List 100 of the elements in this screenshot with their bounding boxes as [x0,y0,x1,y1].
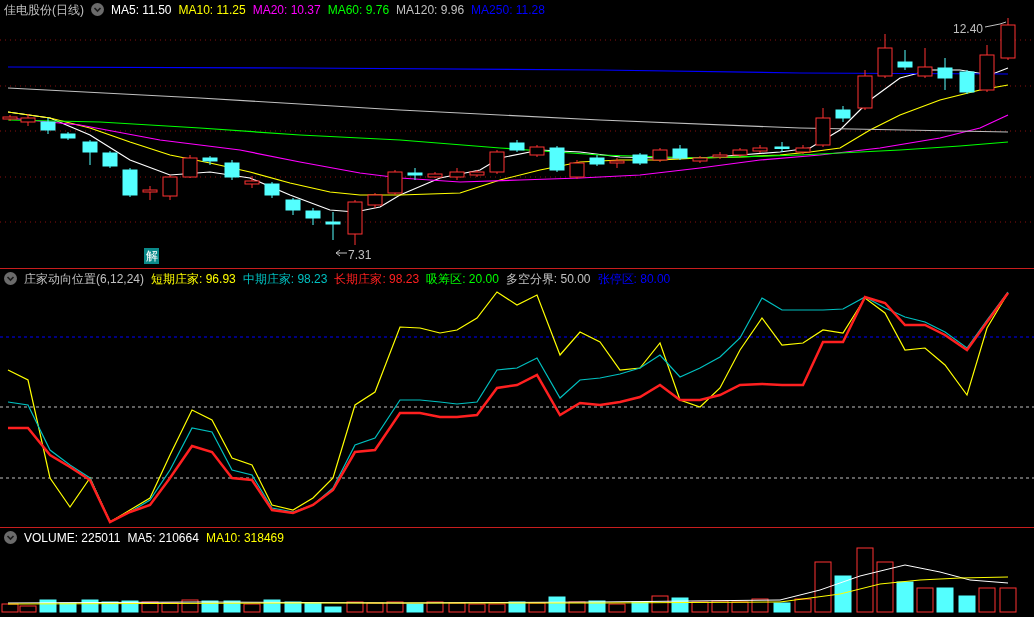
leader-line [984,21,1007,28]
candlestick [815,107,831,148]
candlestick [469,169,485,178]
candlestick [407,167,423,181]
candlestick [1000,17,1016,61]
candlestick [449,167,465,181]
volume-bar [121,600,139,613]
candlestick [427,171,443,179]
volume-bar [284,601,302,613]
candlestick [224,159,240,181]
indicator-value: 张停区: 80.00 [597,272,671,285]
candlestick [877,33,893,79]
indicator-value: MA20: 10.37 [252,3,321,16]
chart-title: 佳电股份(日线) [4,3,84,16]
volume-bar [814,561,832,613]
candlestick [795,144,811,155]
volume-bar [916,587,934,613]
candlestick [285,197,301,216]
candlestick [325,211,341,241]
indicator-value: 中期庄家: 98.23 [242,272,328,285]
event-marker: 解 [144,248,159,264]
volume-bar [896,581,914,613]
volume-bar [631,601,649,613]
dropdown-icon[interactable] [4,272,17,285]
candlestick [959,69,975,95]
volume-bar [834,575,852,613]
indicator-value: 吸筹区: 20.00 [426,272,499,285]
candlestick [489,149,505,175]
volume-bar [161,602,179,613]
volume-bar [731,601,749,613]
volume-bar [936,587,954,613]
candlestick [387,169,403,196]
indicator-value: MA10: 11.25 [178,3,246,16]
volume-bar [141,601,159,613]
volume-bar [711,600,729,613]
candlestick [305,207,321,226]
candlestick [20,113,36,127]
candlestick [917,47,933,79]
candlestick [182,154,198,179]
indicator-value: MA5: 11.50 [111,3,172,16]
volume-bar [426,601,444,613]
volume-bar [958,595,976,613]
indicator-value: 长期庄家: 98.23 [334,272,420,285]
indicator-value: MA250: 11.28 [471,3,545,16]
volume-bar [468,603,486,613]
candlestick [897,49,913,71]
candlestick [774,141,790,153]
candlestick [102,150,118,169]
candlestick [937,57,953,91]
price-label: 7.31 [348,247,372,264]
volume-bar [346,601,364,613]
volume-bar [999,587,1017,613]
volume-bar [978,587,996,613]
dropdown-icon[interactable] [91,3,104,16]
candlestick [712,151,728,160]
candlestick [347,199,363,246]
indicator-value: 短期庄家: 96.93 [151,272,236,285]
candlestick [589,154,605,167]
volume-bar [448,602,466,613]
volume-bar [856,547,874,613]
volume-bar [508,601,526,613]
candlestick [692,155,708,164]
volume-bar [773,602,791,613]
volume-bar [101,601,119,613]
candlestick [672,144,688,161]
dropdown-icon[interactable] [4,531,17,544]
volume-bar [223,600,241,613]
candlestick [142,185,158,201]
candlestick [82,139,98,166]
indicator-value: MA60: 9.76 [327,3,390,16]
indicator-value: VOLUME: 225011 [24,531,121,544]
chart-title: 庄家动向位置(6,12,24) [24,272,145,285]
candlestick [202,155,218,166]
candlestick [60,131,76,141]
candlestick [569,159,585,180]
volume-bar [386,601,404,613]
candlestick [857,69,873,111]
volume-bar [876,561,894,613]
candlestick [529,144,545,158]
leader-arrow [335,249,348,257]
volume-bar [528,602,546,613]
candlestick [40,117,56,135]
indicator-value: MA120: 9.96 [396,3,465,16]
volume-bar [201,600,219,613]
volume-bar [243,603,261,613]
candlestick [244,175,260,189]
volume-bar [588,600,606,613]
volume-bar [608,603,626,613]
candlestick [367,192,383,209]
candlestick [652,147,668,163]
volume-bar [794,598,812,613]
candlestick [509,139,525,153]
candlestick [609,157,625,169]
volume-bar [324,606,342,613]
candlestick [549,145,565,173]
volume-bar [59,602,77,613]
volume-bar [691,601,709,613]
indicator-value: MA10: 318469 [205,531,284,544]
volume-bar [406,603,424,613]
candlestick [732,147,748,158]
